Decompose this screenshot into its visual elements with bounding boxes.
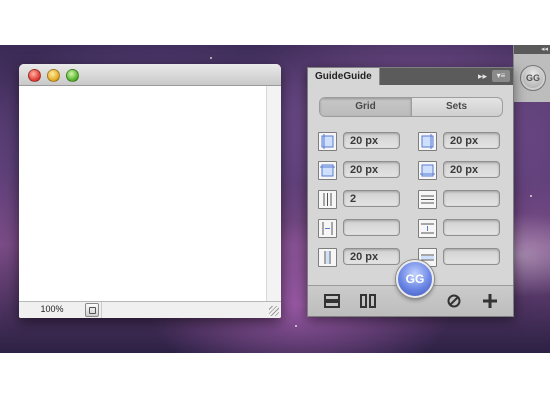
row-height-field[interactable] [443,219,500,236]
rows-field[interactable] [443,190,500,207]
columns-icon [318,190,337,209]
panel-header: GuideGuide ▸▸ ▾≡ [308,68,513,85]
left-margin-icon [318,132,337,151]
panel-title-tab[interactable]: GuideGuide [308,68,380,85]
guideguide-dock-icon[interactable]: GG [520,65,546,91]
document-canvas[interactable] [19,86,267,301]
status-menu-button[interactable] [85,303,99,317]
horizontal-scrollbar[interactable] [101,302,267,318]
panel-collapse-icon[interactable]: ▸▸ [478,71,487,81]
top-margin-icon [318,161,337,180]
grid-sets-switch: Grid Sets [319,97,503,117]
top-margin-field[interactable]: 20 px [343,161,400,178]
right-margin-field[interactable]: 20 px [443,132,500,149]
rows-icon [418,190,437,209]
panel-footer: GG [308,260,513,316]
status-bar: 100% [19,301,281,318]
column-width-field[interactable] [343,219,400,236]
vertical-scrollbar[interactable] [266,86,281,301]
panel-menu-icon[interactable]: ▾≡ [492,70,510,82]
minimize-window-button[interactable] [47,69,60,82]
resize-grip-icon[interactable] [269,306,279,316]
add-guide-icon[interactable] [482,294,498,308]
horizontal-midpoint-icon[interactable] [324,294,340,308]
zoom-level-field[interactable]: 100% [23,304,81,315]
left-margin-field[interactable]: 20 px [343,132,400,149]
document-titlebar[interactable] [19,64,281,86]
make-guides-button[interactable]: GG [396,260,434,298]
row-gutter-field[interactable] [443,248,500,265]
guideguide-panel: GuideGuide ▸▸ ▾≡ Grid Sets 20 px 20 px 2… [307,67,514,317]
dock-collapse-button[interactable]: ◂◂ [514,45,550,54]
collapsed-panel-dock: ◂◂ GG [513,45,550,102]
column-gutter-icon [318,248,337,267]
row-height-icon [418,219,437,238]
clear-guides-icon[interactable] [446,294,462,308]
bottom-margin-field[interactable]: 20 px [443,161,500,178]
close-window-button[interactable] [28,69,41,82]
tab-grid[interactable]: Grid [320,98,412,116]
column-gutter-field[interactable]: 20 px [343,248,400,265]
columns-field[interactable]: 2 [343,190,400,207]
zoom-window-button[interactable] [66,69,79,82]
column-width-icon [318,219,337,238]
vertical-midpoint-icon[interactable] [360,294,376,308]
document-window: 100% [19,64,281,318]
bottom-margin-icon [418,161,437,180]
tab-sets[interactable]: Sets [411,98,502,116]
right-margin-icon [418,132,437,151]
